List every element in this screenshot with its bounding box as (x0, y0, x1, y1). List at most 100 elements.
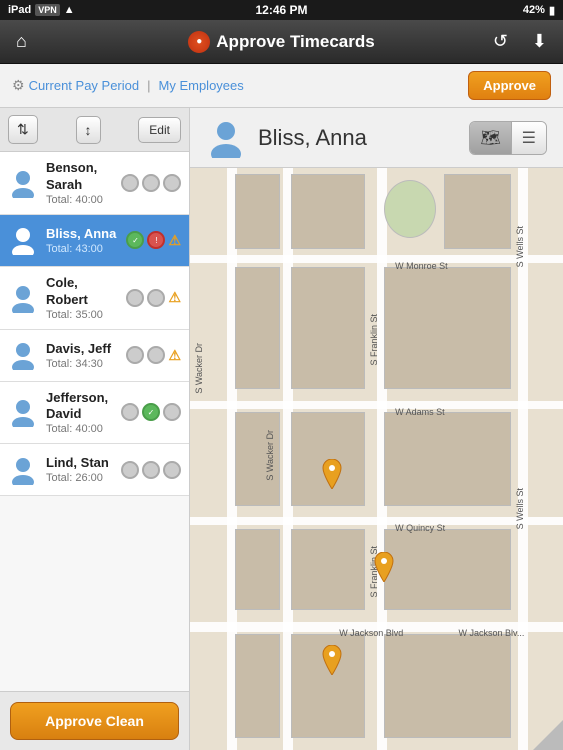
employee-item-benson-sarah[interactable]: Benson, SarahTotal: 40:00 (0, 152, 189, 215)
warning-badge-davis-jeff-2: ⚠ (168, 347, 181, 364)
employee-item-cole-robert[interactable]: Cole, RobertTotal: 35:00 ⚠ (0, 267, 189, 330)
home-icon[interactable]: ⌂ (10, 29, 33, 54)
gray-badge-jefferson-david-0 (121, 403, 139, 421)
detail-header: Bliss, Anna 🗺 ☰ (190, 108, 563, 168)
toolbar-separator: | (147, 78, 150, 93)
employee-item-lind-stan[interactable]: Lind, StanTotal: 26:00 (0, 444, 189, 496)
map-area[interactable]: W Monroe St W Adams St W Quincy St W Jac… (190, 168, 563, 750)
my-employees-link[interactable]: My Employees (159, 78, 244, 93)
current-pay-period-link[interactable]: Current Pay Period (29, 78, 140, 93)
settings-icon: ⚙ (12, 77, 25, 94)
sidebar-header: ⇅ ↕ Edit (0, 108, 189, 152)
nav-home-button[interactable]: ⌂ (10, 29, 33, 54)
block-16 (384, 634, 511, 739)
employee-name-lind-stan: Lind, Stan (46, 455, 117, 472)
block-4 (444, 174, 511, 250)
employee-badges-davis-jeff: ⚠ (126, 346, 181, 364)
status-bar-time: 12:46 PM (255, 3, 307, 17)
employee-name-bliss-anna: Bliss, Anna (46, 226, 122, 243)
sidebar: ⇅ ↕ Edit Benson, SarahTotal: 40:00 Bliss,… (0, 108, 190, 750)
gray-badge-benson-sarah-2 (163, 174, 181, 192)
battery-icon: ▮ (549, 4, 555, 17)
map-pin-3 (320, 645, 344, 675)
employee-total-lind-stan: Total: 26:00 (46, 472, 117, 484)
approve-clean-button[interactable]: Approve Clean (10, 702, 179, 740)
wifi-icon: ▲ (64, 4, 75, 16)
gray-badge-davis-jeff-0 (126, 346, 144, 364)
gray-badge-cole-robert-0 (126, 289, 144, 307)
nav-bar: ⌂ ● Approve Timecards ↺ ⬇ (0, 20, 563, 64)
employee-avatar-bliss-anna (8, 225, 38, 255)
gray-badge-lind-stan-2 (163, 461, 181, 479)
block-7 (384, 267, 511, 389)
red-badge-bliss-anna-1: ! (147, 231, 165, 249)
sidebar-bottom: Approve Clean (0, 691, 189, 750)
sort-icon-button[interactable]: ⇅ (8, 115, 38, 144)
employee-info-davis-jeff: Davis, JeffTotal: 34:30 (46, 341, 122, 370)
map-pin-1 (320, 459, 344, 489)
employee-info-cole-robert: Cole, RobertTotal: 35:00 (46, 275, 122, 321)
block-11 (235, 529, 280, 610)
employee-avatar-benson-sarah (8, 168, 38, 198)
employee-item-jefferson-david[interactable]: Jefferson, DavidTotal: 40:00 ✓ (0, 382, 189, 445)
employee-name-jefferson-david: Jefferson, David (46, 390, 117, 424)
employee-item-bliss-anna[interactable]: Bliss, AnnaTotal: 43:00✓!⚠ (0, 215, 189, 267)
filter-icon-button[interactable]: ↕ (76, 116, 101, 144)
gray-badge-cole-robert-1 (147, 289, 165, 307)
list-icon: ☰ (522, 130, 536, 147)
view-toggle: 🗺 ☰ (469, 121, 547, 155)
employee-avatar-cole-robert (8, 283, 38, 313)
approve-button[interactable]: Approve (468, 71, 551, 100)
gray-badge-benson-sarah-1 (142, 174, 160, 192)
block-5 (235, 267, 280, 389)
gray-badge-jefferson-david-2 (163, 403, 181, 421)
gray-badge-benson-sarah-0 (121, 174, 139, 192)
download-button[interactable]: ⬇ (526, 29, 553, 54)
nav-title-text: Approve Timecards (216, 32, 374, 52)
employee-badges-jefferson-david: ✓ (121, 403, 181, 421)
employee-badges-cole-robert: ⚠ (126, 289, 181, 307)
street-v4 (518, 168, 528, 750)
block-10 (384, 412, 511, 505)
main-content: ⇅ ↕ Edit Benson, SarahTotal: 40:00Bliss,… (0, 108, 563, 750)
employee-total-bliss-anna: Total: 43:00 (46, 243, 122, 255)
employee-avatar-davis-jeff (8, 340, 38, 370)
detail-employee-name: Bliss, Anna (258, 125, 367, 151)
block-3 (384, 180, 436, 238)
employee-total-jefferson-david: Total: 40:00 (46, 423, 117, 435)
employee-total-benson-sarah: Total: 40:00 (46, 194, 117, 206)
sort-icon: ⇅ (17, 121, 29, 137)
list-view-button[interactable]: ☰ (512, 122, 546, 154)
employee-total-davis-jeff: Total: 34:30 (46, 358, 122, 370)
employee-name-davis-jeff: Davis, Jeff (46, 341, 122, 358)
block-6 (291, 267, 366, 389)
edit-button[interactable]: Edit (138, 117, 181, 143)
employee-item-davis-jeff[interactable]: Davis, JeffTotal: 34:30 ⚠ (0, 330, 189, 382)
map-pin-2 (372, 552, 396, 582)
green-badge-jefferson-david-1: ✓ (142, 403, 160, 421)
map-view-button[interactable]: 🗺 (470, 122, 511, 154)
employee-info-lind-stan: Lind, StanTotal: 26:00 (46, 455, 117, 484)
status-bar-right: 42% ▮ (523, 4, 555, 17)
detail-avatar (206, 118, 246, 158)
employee-info-jefferson-david: Jefferson, DavidTotal: 40:00 (46, 390, 117, 436)
employee-list: Benson, SarahTotal: 40:00Bliss, AnnaTota… (0, 152, 189, 691)
refresh-button[interactable]: ↺ (487, 29, 514, 54)
filter-icon: ↕ (85, 122, 92, 138)
status-bar-left: iPad VPN ▲ (8, 4, 75, 16)
employee-total-cole-robert: Total: 35:00 (46, 309, 122, 321)
app-logo: ● (188, 31, 210, 53)
warning-badge-cole-robert-2: ⚠ (168, 289, 181, 306)
battery-label: 42% (523, 4, 545, 16)
block-8 (235, 412, 280, 505)
employee-info-bliss-anna: Bliss, AnnaTotal: 43:00 (46, 226, 122, 255)
employee-name-cole-robert: Cole, Robert (46, 275, 122, 309)
gray-badge-lind-stan-0 (121, 461, 139, 479)
block-1 (235, 174, 280, 250)
vpn-label: VPN (35, 4, 60, 16)
status-bar: iPad VPN ▲ 12:46 PM 42% ▮ (0, 0, 563, 20)
employee-badges-benson-sarah (121, 174, 181, 192)
green-badge-bliss-anna-0: ✓ (126, 231, 144, 249)
toolbar: ⚙ Current Pay Period | My Employees Appr… (0, 64, 563, 108)
nav-actions: ↺ ⬇ (487, 29, 553, 54)
